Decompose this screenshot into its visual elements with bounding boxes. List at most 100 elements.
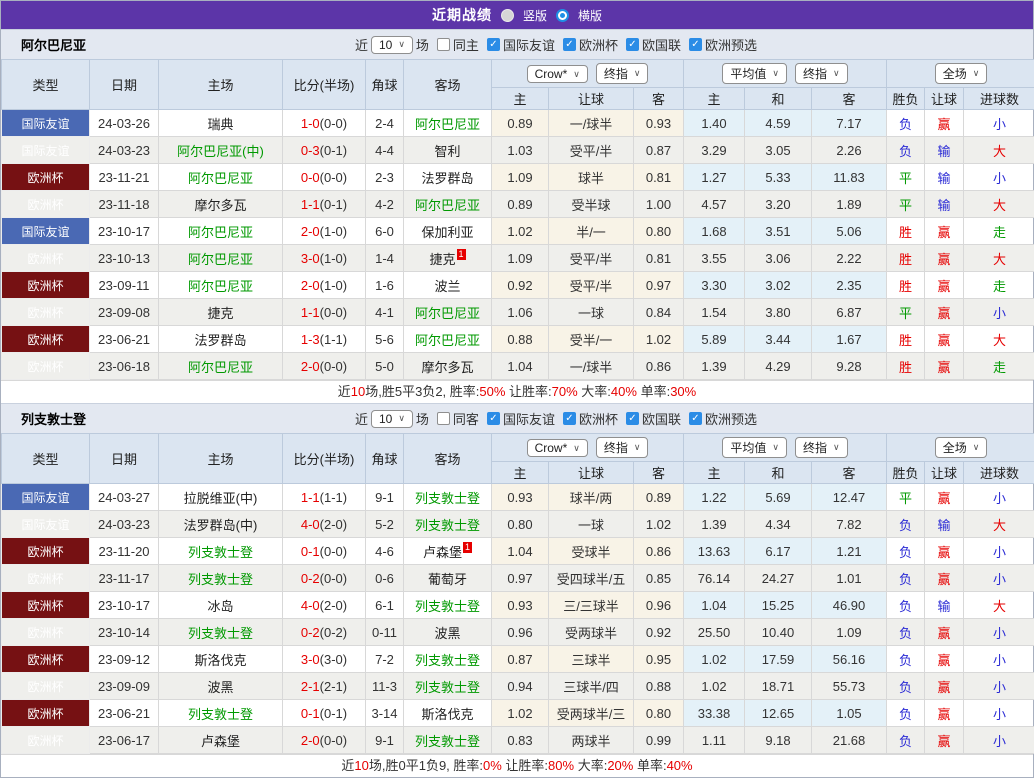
avg-odds-home: 76.14 [684, 565, 745, 592]
away-team-link[interactable]: 列支敦士登 [415, 491, 480, 506]
match-row: 欧洲杯23-10-14列支敦士登0-2(0-2)0-11波黑0.96受两球半0.… [2, 619, 1034, 646]
final-odds-dropdown-1[interactable]: 终指 [596, 63, 649, 84]
home-team-link[interactable]: 阿尔巴尼亚 [188, 225, 253, 240]
league-friendly-checkbox[interactable] [487, 412, 500, 425]
home-team-link[interactable]: 波黑 [207, 680, 233, 695]
match-type-badge: 国际友谊 [2, 484, 90, 511]
match-type-badge: 欧洲杯 [2, 299, 90, 326]
halftime-score: (1-1) [320, 490, 347, 505]
away-team-link[interactable]: 列支敦士登 [415, 680, 480, 695]
home-team-link[interactable]: 卢森堡 [201, 734, 240, 749]
matches-tbody: 国际友谊24-03-26瑞典1-0(0-0)2-4阿尔巴尼亚0.89一/球半0.… [2, 110, 1034, 380]
away-team-link[interactable]: 阿尔巴尼亚 [415, 198, 480, 213]
away-team-link[interactable]: 列支敦士登 [415, 599, 480, 614]
league-euroqual-checkbox[interactable] [689, 412, 702, 425]
team-name[interactable]: 阿尔巴尼亚 [21, 35, 86, 54]
home-team-link[interactable]: 捷克 [207, 306, 233, 321]
recent-count-select[interactable]: 10 [371, 410, 413, 428]
away-team-link[interactable]: 列支敦士登 [415, 653, 480, 668]
final-odds-dropdown-1[interactable]: 终指 [596, 437, 649, 458]
home-team-link[interactable]: 瑞典 [207, 117, 233, 132]
away-team-link[interactable]: 列支敦士登 [415, 518, 480, 533]
col-outcome: 胜负 [887, 88, 925, 110]
home-team-link[interactable]: 列支敦士登 [188, 572, 253, 587]
home-team-link[interactable]: 阿尔巴尼亚 [188, 279, 253, 294]
same-venue-checkbox[interactable] [437, 38, 450, 51]
home-team-link[interactable]: 法罗群岛(中) [184, 518, 258, 533]
result-handicap: 赢 [925, 326, 964, 353]
final-odds-dropdown-2[interactable]: 终指 [795, 63, 848, 84]
odds-away: 0.84 [634, 299, 684, 326]
home-team-link[interactable]: 斯洛伐克 [194, 653, 246, 668]
recent-count-select[interactable]: 10 [371, 36, 413, 54]
away-team-link[interactable]: 斯洛伐克 [421, 707, 473, 722]
bookmaker-dropdown[interactable]: Crow* [527, 65, 588, 83]
vertical-layout-label: 竖版 [523, 7, 547, 24]
away-team-link[interactable]: 列支敦士登 [415, 734, 480, 749]
fulltime-score: 1-1 [301, 490, 320, 505]
avg-odds-draw: 24.27 [745, 565, 812, 592]
average-dropdown[interactable]: 平均值 [722, 437, 787, 458]
average-group: 平均值终指 [684, 434, 887, 462]
away-team-link[interactable]: 波黑 [434, 626, 460, 641]
away-team-link[interactable]: 法罗群岛 [421, 171, 473, 186]
horizontal-layout-radio[interactable] [556, 9, 569, 22]
away-team-link[interactable]: 智利 [434, 144, 460, 159]
home-team-link[interactable]: 列支敦士登 [188, 626, 253, 641]
summary-text: 近 [338, 384, 351, 399]
away-team-link[interactable]: 摩尔多瓦 [421, 360, 473, 375]
matches-tbody: 国际友谊24-03-27拉脱维亚(中)1-1(1-1)9-1列支敦士登0.93球… [2, 484, 1034, 754]
league-eurocup-checkbox[interactable] [563, 38, 576, 51]
odds-away: 1.00 [634, 191, 684, 218]
away-team-link[interactable]: 葡萄牙 [428, 572, 467, 587]
home-team-link[interactable]: 阿尔巴尼亚 [188, 252, 253, 267]
avg-odds-draw: 5.33 [745, 164, 812, 191]
match-type-badge: 欧洲杯 [2, 619, 90, 646]
home-team-link[interactable]: 阿尔巴尼亚 [188, 360, 253, 375]
fulltime-dropdown[interactable]: 全场 [935, 63, 988, 84]
away-team-link[interactable]: 阿尔巴尼亚 [415, 333, 480, 348]
league-nationsleague-checkbox[interactable] [626, 38, 639, 51]
same-venue-checkbox[interactable] [437, 412, 450, 425]
avg-odds-draw: 5.69 [745, 484, 812, 511]
result-goals: 小 [964, 619, 1034, 646]
away-team-link[interactable]: 阿尔巴尼亚 [415, 117, 480, 132]
away-team-link[interactable]: 阿尔巴尼亚 [415, 306, 480, 321]
home-team-link[interactable]: 列支敦士登 [188, 545, 253, 560]
league-friendly-checkbox[interactable] [487, 38, 500, 51]
home-team-cell: 列支敦士登 [159, 700, 283, 727]
match-type-badge: 国际友谊 [2, 218, 90, 245]
result-outcome: 胜 [887, 272, 925, 299]
avg-odds-home: 1.27 [684, 164, 745, 191]
home-team-link[interactable]: 拉脱维亚(中) [184, 491, 258, 506]
home-team-link[interactable]: 阿尔巴尼亚(中) [177, 144, 264, 159]
away-team-link[interactable]: 捷克 [429, 252, 455, 267]
home-team-link[interactable]: 冰岛 [207, 599, 233, 614]
result-handicap: 赢 [925, 700, 964, 727]
home-team-link[interactable]: 法罗群岛 [194, 333, 246, 348]
league-eurocup-checkbox[interactable] [563, 412, 576, 425]
away-team-link[interactable]: 波兰 [434, 279, 460, 294]
league-nationsleague-checkbox[interactable] [626, 412, 639, 425]
final-odds-dropdown-2[interactable]: 终指 [795, 437, 848, 458]
away-team-link[interactable]: 卢森堡 [423, 545, 462, 560]
fulltime-dropdown[interactable]: 全场 [935, 437, 988, 458]
home-team-link[interactable]: 阿尔巴尼亚 [188, 171, 253, 186]
away-team-link[interactable]: 保加利亚 [421, 225, 473, 240]
result-goals: 小 [964, 565, 1034, 592]
home-team-link[interactable]: 列支敦士登 [188, 707, 253, 722]
result-handicap: 赢 [925, 299, 964, 326]
match-date: 23-06-21 [90, 326, 159, 353]
odds-away: 0.81 [634, 245, 684, 272]
team-name[interactable]: 列支敦士登 [21, 409, 86, 428]
league-friendly-label: 国际友谊 [503, 409, 555, 428]
bookmaker-dropdown[interactable]: Crow* [527, 439, 588, 457]
home-team-link[interactable]: 摩尔多瓦 [194, 198, 246, 213]
vertical-layout-radio[interactable] [501, 9, 514, 22]
league-euroqual-checkbox[interactable] [689, 38, 702, 51]
result-goals: 小 [964, 700, 1034, 727]
match-type-badge: 欧洲杯 [2, 700, 90, 727]
average-dropdown[interactable]: 平均值 [722, 63, 787, 84]
result-outcome: 负 [887, 110, 925, 137]
match-date: 23-11-18 [90, 191, 159, 218]
